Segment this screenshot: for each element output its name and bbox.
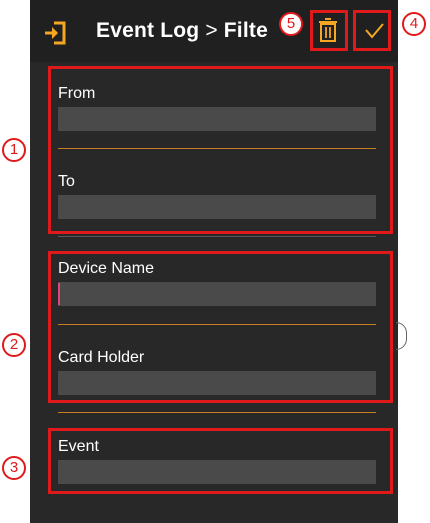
annotation-box-device-card: [48, 251, 393, 403]
page-title: Event Log > Filte: [96, 19, 268, 43]
annotation-box-event: [48, 428, 393, 494]
annotation-box-date-range: [48, 66, 393, 234]
to-divider: [58, 236, 376, 237]
annotation-number-3: 3: [2, 456, 26, 480]
exit-icon[interactable]: [42, 20, 68, 46]
subtitle-text: Filte: [223, 19, 268, 42]
annotation-number-4: 4: [402, 12, 426, 36]
annotation-number-5: 5: [279, 12, 303, 36]
annotation-box-confirm: [353, 10, 391, 51]
breadcrumb-separator: >: [205, 19, 218, 42]
annotation-number-2: 2: [2, 333, 26, 357]
card-holder-divider: [58, 412, 376, 413]
title-text: Event Log: [96, 19, 200, 42]
scroll-indicator: [396, 322, 407, 350]
annotation-box-delete: [310, 10, 348, 51]
annotation-number-1: 1: [2, 138, 26, 162]
